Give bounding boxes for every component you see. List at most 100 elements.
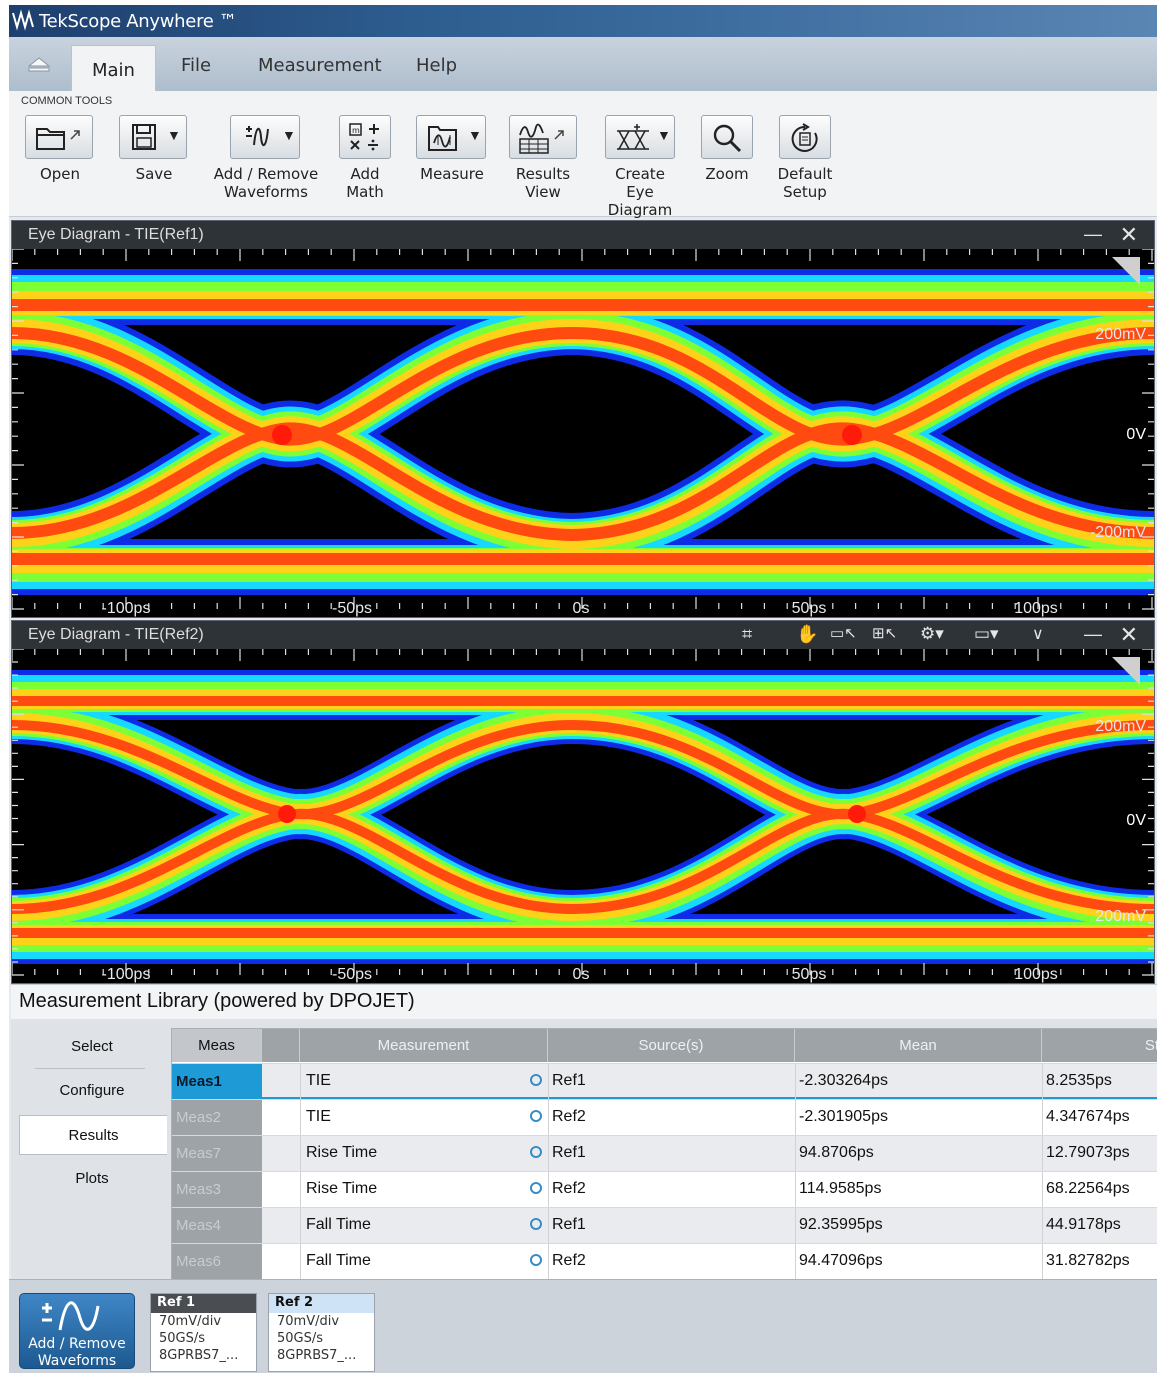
- ref2-name: Ref 2: [269, 1294, 374, 1313]
- tab-measurement[interactable]: Measurement: [258, 55, 382, 76]
- source-cell: Ref1: [552, 1144, 586, 1161]
- measurement-name-cell: TIE: [306, 1108, 331, 1125]
- x-label-3: 50ps: [792, 966, 827, 983]
- measure-dropdown-icon: ▼: [468, 127, 482, 143]
- collapse-ribbon-icon[interactable]: [27, 57, 51, 73]
- source-cell: Ref2: [552, 1180, 586, 1197]
- tab-file[interactable]: File: [181, 55, 211, 76]
- column-header-measurement[interactable]: Measurement: [300, 1029, 548, 1062]
- zoom-select-icon[interactable]: ▭↖: [830, 624, 857, 642]
- save-dropdown-icon: ▼: [167, 127, 181, 143]
- measurement-name-cell: Fall Time: [306, 1252, 371, 1269]
- ref2-rate: 50GS/s: [277, 1331, 324, 1346]
- table-row[interactable]: Meas4 Fall Time Ref1 92.35995ps 44.9178ps: [172, 1207, 1157, 1243]
- zoom-label: Zoom: [705, 165, 749, 183]
- waveform-badge-bar: Add / Remove Waveforms Ref 1 70mV/div 50…: [9, 1279, 1157, 1373]
- y-label-top: 200mV: [1095, 718, 1146, 735]
- mean-cell: 94.47096ps: [799, 1252, 883, 1269]
- chevron-down-icon[interactable]: ∨: [1032, 624, 1044, 644]
- panel-title: Eye Diagram - TIE(Ref1): [28, 226, 204, 243]
- add-remove-waveforms-badge[interactable]: Add / Remove Waveforms: [19, 1293, 135, 1369]
- x-label-1: -50ps: [332, 966, 372, 983]
- side-tab-select[interactable]: Select: [19, 1027, 165, 1067]
- meas-id-cell[interactable]: Meas6: [172, 1244, 262, 1279]
- minimize-icon[interactable]: —: [1084, 224, 1102, 245]
- ribbon: COMMON TOOLS Open ▼ Save ▼ Add / Remove …: [9, 91, 1157, 219]
- mean-cell: 94.8706ps: [799, 1144, 874, 1161]
- create-eye-dropdown-icon: ▼: [657, 127, 671, 143]
- side-divider: [35, 1068, 145, 1069]
- eye-diagram-panel-ref1[interactable]: Eye Diagram - TIE(Ref1) — ✕ 200mV 0V -20…: [11, 220, 1155, 618]
- eye-diagram-plot[interactable]: 200mV 0V 200mV -100ps -50ps 0s 50ps 100p…: [12, 649, 1154, 983]
- measurement-library-title: Measurement Library (powered by DPOJET): [11, 984, 1157, 1019]
- meas-id-cell[interactable]: Meas4: [172, 1208, 262, 1243]
- side-tab-configure[interactable]: Configure: [19, 1071, 165, 1111]
- measurement-name-cell: Rise Time: [306, 1180, 378, 1197]
- measurement-name-cell: Fall Time: [306, 1216, 371, 1233]
- std-cell: 68.22564ps: [1046, 1180, 1130, 1197]
- fit-select-icon[interactable]: ⊞↖: [872, 624, 897, 642]
- crop-icon[interactable]: ⌗: [742, 624, 752, 645]
- title-bar: TekScope Anywhere ™: [9, 5, 1157, 37]
- add-waveform-icon: [42, 1301, 100, 1331]
- table-row[interactable]: Meas3 Rise Time Ref2 114.9585ps 68.22564ps: [172, 1171, 1157, 1207]
- source-cell: Ref2: [552, 1108, 586, 1125]
- source-cell: Ref1: [552, 1072, 586, 1089]
- mean-cell: 114.9585ps: [799, 1180, 882, 1197]
- x-label-0: -100ps: [102, 600, 151, 617]
- side-tab-plots[interactable]: Plots: [19, 1159, 165, 1199]
- meas-id-cell[interactable]: Meas1: [172, 1064, 262, 1099]
- meas-id-cell[interactable]: Meas3: [172, 1172, 262, 1207]
- source-cell: Ref2: [552, 1252, 586, 1269]
- results-view-label: Results View: [515, 165, 571, 201]
- std-cell: 12.79073ps: [1046, 1144, 1130, 1161]
- std-cell: 44.9178ps: [1046, 1216, 1121, 1233]
- eye-diagram-icon: [617, 124, 649, 150]
- table-row[interactable]: Meas1 TIE Ref1 -2.303264ps 8.2535ps: [172, 1063, 1157, 1099]
- ref1-badge[interactable]: Ref 1 70mV/div 50GS/s 8GPRBS7_...: [150, 1293, 257, 1372]
- column-header-sources[interactable]: Source(s): [548, 1029, 795, 1062]
- ref2-pattern: 8GPRBS7_...: [277, 1348, 357, 1363]
- source-circle-icon: [530, 1146, 542, 1158]
- pan-hand-icon[interactable]: ✋: [796, 624, 818, 645]
- side-tab-results[interactable]: Results: [19, 1115, 167, 1155]
- ribbon-group-label: COMMON TOOLS: [21, 95, 113, 107]
- ref2-badge[interactable]: Ref 2 70mV/div 50GS/s 8GPRBS7_...: [268, 1293, 375, 1372]
- x-label-2: 0s: [573, 966, 590, 983]
- meas-id-cell[interactable]: Meas7: [172, 1136, 262, 1171]
- save-label: Save: [135, 165, 173, 183]
- y-label-mid: 0V: [1126, 812, 1146, 829]
- column-header-meas[interactable]: Meas: [172, 1029, 262, 1062]
- source-circle-icon: [530, 1074, 542, 1086]
- close-icon[interactable]: ✕: [1120, 222, 1138, 248]
- y-label-mid: 0V: [1126, 426, 1146, 443]
- magnifier-icon: [713, 124, 742, 153]
- eye-diagram-panel-ref2[interactable]: Eye Diagram - TIE(Ref2) ⌗ ✋ ▭↖ ⊞↖ ⚙▾ ▭▾ …: [11, 620, 1155, 984]
- x-label-2: 0s: [573, 600, 590, 617]
- settings-gear-icon[interactable]: ⚙▾: [920, 624, 944, 644]
- close-icon[interactable]: ✕: [1120, 622, 1138, 648]
- floppy-disk-icon: [132, 124, 156, 150]
- column-header-std[interactable]: St: [1042, 1029, 1157, 1062]
- default-setup-label: Default Setup: [777, 165, 833, 201]
- tab-help[interactable]: Help: [416, 55, 457, 76]
- x-label-0: -100ps: [102, 966, 151, 983]
- table-row[interactable]: Meas2 TIE Ref2 -2.301905ps 4.347674ps: [172, 1099, 1157, 1135]
- ref1-pattern: 8GPRBS7_...: [159, 1348, 239, 1363]
- meas-id-cell[interactable]: Meas2: [172, 1100, 262, 1135]
- minimize-icon[interactable]: —: [1084, 624, 1102, 645]
- table-row[interactable]: Meas7 Rise Time Ref1 94.8706ps 12.79073ps: [172, 1135, 1157, 1171]
- menu-bar: Main File Measurement Help: [9, 37, 1157, 91]
- x-label-1: -50ps: [332, 600, 372, 617]
- column-header-mean[interactable]: Mean: [795, 1029, 1042, 1062]
- results-table: Meas Measurement Source(s) Mean St Meas1…: [171, 1028, 1157, 1280]
- add-remove-label: Add / Remove Waveforms: [213, 165, 319, 201]
- tab-main[interactable]: Main: [71, 45, 156, 91]
- panel-header: Eye Diagram - TIE(Ref2) ⌗ ✋ ▭↖ ⊞↖ ⚙▾ ▭▾ …: [12, 621, 1154, 649]
- svg-text:m: m: [352, 126, 360, 135]
- eye-diagram-plot[interactable]: 200mV 0V -200mV -100ps -50ps 0s 50ps 100…: [12, 249, 1154, 617]
- column-header-blank: [262, 1029, 300, 1062]
- ref1-name: Ref 1: [151, 1294, 256, 1313]
- table-row[interactable]: Meas6 Fall Time Ref2 94.47096ps 31.82782ps: [172, 1243, 1157, 1279]
- window-layout-icon[interactable]: ▭▾: [974, 624, 999, 644]
